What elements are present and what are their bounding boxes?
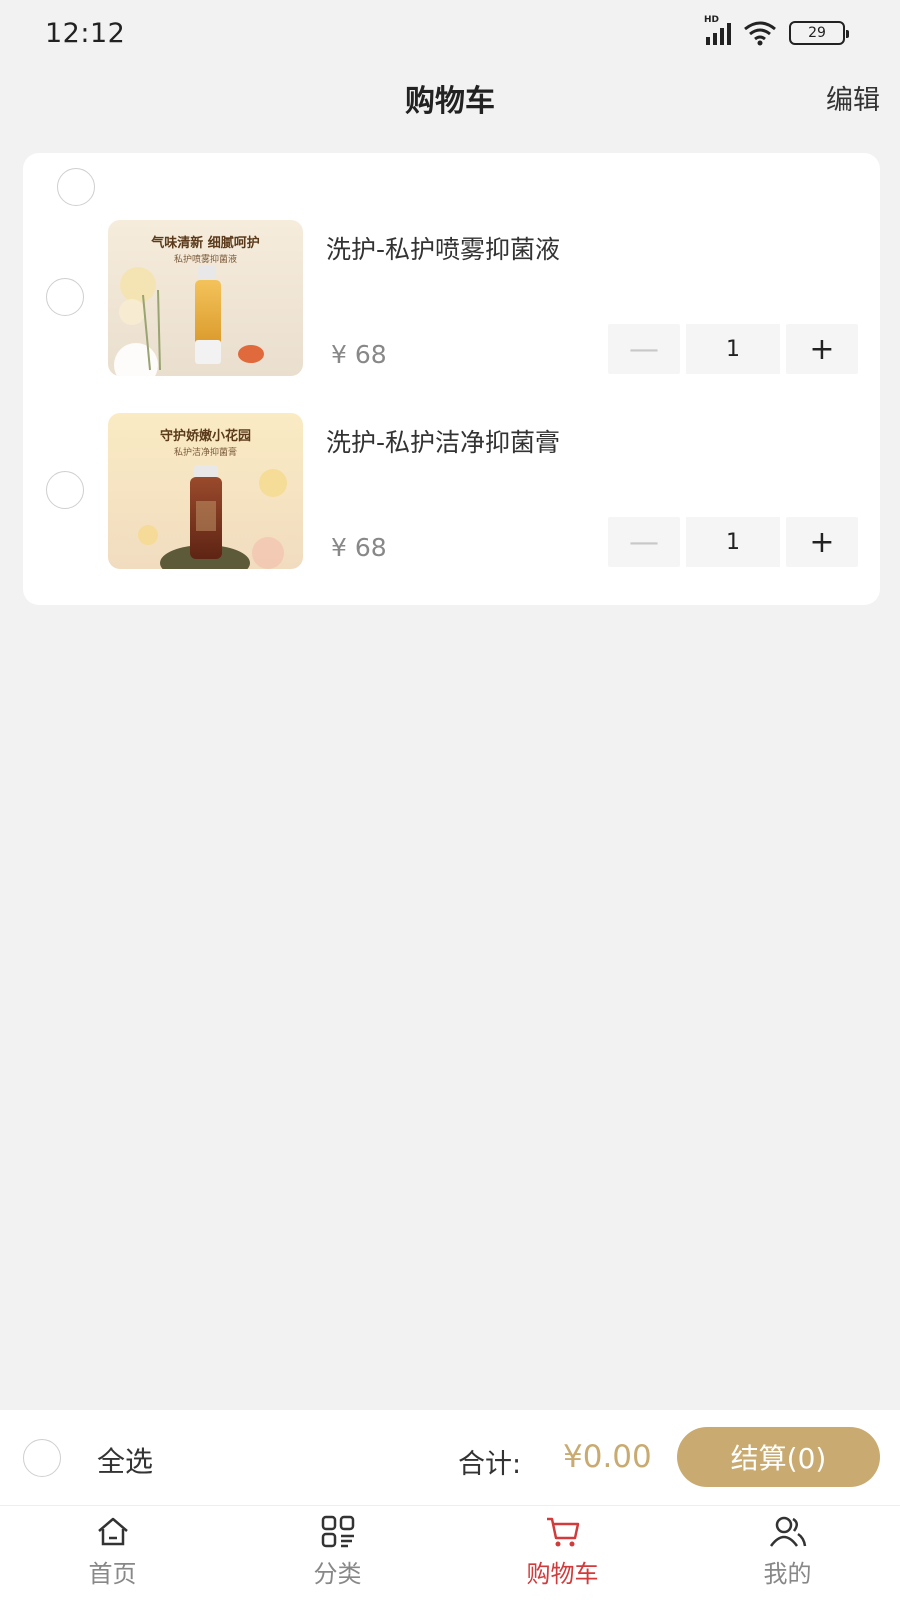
tab-cart[interactable]: 购物车	[450, 1506, 675, 1600]
cart-icon	[546, 1517, 579, 1547]
tab-label: 首页	[88, 1560, 137, 1588]
tab-label: 购物车	[526, 1560, 599, 1588]
item-price: ¥ 68	[331, 340, 387, 369]
image-caption: 守护娇嫩小花园	[159, 429, 251, 444]
increase-button[interactable]: +	[786, 517, 858, 567]
battery-icon: 29	[789, 21, 849, 45]
status-bar: 12:12 HD 29	[0, 0, 900, 68]
item-select-radio[interactable]	[46, 278, 84, 316]
store-select-radio[interactable]	[57, 168, 95, 206]
product-image[interactable]: 守护娇嫩小花园 私护洁净抑菌膏	[108, 413, 303, 569]
wifi-icon	[744, 21, 776, 46]
item-select-radio[interactable]	[46, 471, 84, 509]
page-title: 购物车	[405, 84, 495, 119]
cart-item: 气味清新 细腻呵护 私护喷雾抑菌液 洗护-私护喷雾抑菌液 ¥ 68 — 1 +	[23, 220, 880, 380]
tab-profile[interactable]: 我的	[675, 1506, 900, 1600]
tab-label: 分类	[313, 1560, 362, 1588]
signal-icon: HD	[704, 15, 731, 45]
decrease-button[interactable]: —	[608, 324, 680, 374]
increase-button[interactable]: +	[786, 324, 858, 374]
image-caption: 气味清新 细腻呵护	[151, 236, 260, 251]
edit-button[interactable]: 编辑	[826, 78, 880, 117]
home-icon	[97, 1517, 128, 1546]
tab-bar: 首页 分类 购物车 我的	[0, 1506, 900, 1600]
checkout-button[interactable]: 结算(0)	[677, 1427, 880, 1487]
tab-label: 我的	[763, 1560, 812, 1588]
nav-header: 购物车 编辑	[0, 68, 900, 138]
image-subcaption: 私护喷雾抑菌液	[173, 255, 237, 265]
checkout-bar: 全选 合计: ¥0.00 结算(0)	[0, 1410, 900, 1506]
quantity-stepper: — 1 +	[608, 517, 858, 567]
select-all-label[interactable]: 全选	[97, 1440, 153, 1480]
tab-category[interactable]: 分类	[225, 1506, 450, 1600]
decrease-button[interactable]: —	[608, 517, 680, 567]
network-type: HD	[704, 15, 720, 25]
total-amount: ¥0.00	[563, 1439, 652, 1475]
cart-item: 守护娇嫩小花园 私护洁净抑菌膏 洗护-私护洁净抑菌膏 ¥ 68 — 1 +	[23, 413, 880, 573]
quantity-value[interactable]: 1	[686, 517, 780, 567]
status-time: 12:12	[45, 18, 126, 49]
quantity-stepper: — 1 +	[608, 324, 858, 374]
item-title[interactable]: 洗护-私护洁净抑菌膏	[326, 423, 560, 459]
user-icon	[769, 1516, 806, 1547]
image-subcaption: 私护洁净抑菌膏	[173, 448, 237, 458]
select-all-radio[interactable]	[23, 1439, 61, 1477]
battery-level: 29	[808, 25, 826, 41]
item-title[interactable]: 洗护-私护喷雾抑菌液	[326, 230, 560, 266]
status-icons: HD 29	[704, 15, 849, 46]
cart-card: 气味清新 细腻呵护 私护喷雾抑菌液 洗护-私护喷雾抑菌液 ¥ 68 — 1 +	[23, 153, 880, 605]
total-label: 合计:	[458, 1449, 522, 1480]
category-icon	[321, 1515, 354, 1548]
tab-home[interactable]: 首页	[0, 1506, 225, 1600]
item-price: ¥ 68	[331, 533, 387, 562]
product-image[interactable]: 气味清新 细腻呵护 私护喷雾抑菌液	[108, 220, 303, 376]
quantity-value[interactable]: 1	[686, 324, 780, 374]
